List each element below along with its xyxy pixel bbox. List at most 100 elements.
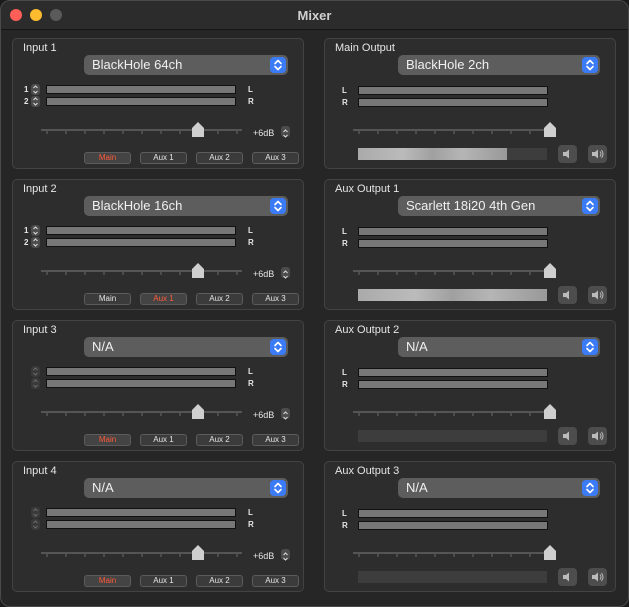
output-panel: Main Output BlackHole 2ch L R xyxy=(324,38,616,169)
speaker-volume-icon[interactable] xyxy=(588,568,607,586)
channel-stepper[interactable] xyxy=(31,96,40,107)
channel-label: R xyxy=(248,379,254,388)
route-button-aux-3[interactable]: Aux 3 xyxy=(252,152,299,164)
volume-bar[interactable] xyxy=(358,289,547,301)
gain-label: +6dB xyxy=(253,128,275,138)
device-select[interactable]: N/A xyxy=(84,478,288,498)
channel-stepper[interactable] xyxy=(31,519,40,530)
device-select[interactable]: BlackHole 16ch xyxy=(84,196,288,216)
gain-stepper[interactable] xyxy=(281,126,290,138)
speaker-volume-icon[interactable] xyxy=(588,145,607,163)
channel-stepper[interactable] xyxy=(31,366,40,377)
speaker-volume-icon[interactable] xyxy=(588,286,607,304)
speaker-volume-icon[interactable] xyxy=(588,427,607,445)
volume-bar[interactable] xyxy=(358,148,547,160)
channel-stepper[interactable] xyxy=(31,378,40,389)
fader-thumb-icon[interactable] xyxy=(191,545,205,560)
speaker-mute-icon[interactable] xyxy=(558,145,577,163)
output-panel: Aux Output 3 N/A L R xyxy=(324,461,616,592)
gain-label: +6dB xyxy=(253,410,275,420)
gain-stepper[interactable] xyxy=(281,549,290,561)
route-button-aux-3[interactable]: Aux 3 xyxy=(252,293,299,305)
gain-stepper[interactable] xyxy=(281,267,290,279)
fader-ticks xyxy=(46,544,238,557)
level-meter xyxy=(46,238,236,247)
fader-ticks xyxy=(358,262,550,275)
level-meter xyxy=(358,239,548,248)
fader-track[interactable] xyxy=(353,129,554,131)
fader-track[interactable] xyxy=(41,552,242,554)
route-button-aux-2[interactable]: Aux 2 xyxy=(196,152,243,164)
volume-fill xyxy=(358,289,547,301)
level-meter xyxy=(358,86,548,95)
fader-track[interactable] xyxy=(41,411,242,413)
device-select[interactable]: BlackHole 2ch xyxy=(398,55,600,75)
device-select-value: BlackHole 16ch xyxy=(92,198,183,213)
level-meter xyxy=(46,367,236,376)
input-panel: Input 3 N/A L R +6dB Main Aux 1 Aux 2 Aux 3 xyxy=(12,320,304,451)
window-title: Mixer xyxy=(297,8,332,23)
level-meter xyxy=(358,521,548,530)
route-button-aux-2[interactable]: Aux 2 xyxy=(196,293,243,305)
volume-bar[interactable] xyxy=(358,571,547,583)
channel-stepper[interactable] xyxy=(31,237,40,248)
level-meter xyxy=(46,379,236,388)
device-select[interactable]: Scarlett 18i20 4th Gen xyxy=(398,196,600,216)
fader-ticks xyxy=(46,121,238,134)
fader-track[interactable] xyxy=(41,270,242,272)
fader-track[interactable] xyxy=(353,411,554,413)
gain-stepper[interactable] xyxy=(281,408,290,420)
route-button-main[interactable]: Main xyxy=(84,152,131,164)
volume-bar[interactable] xyxy=(358,430,547,442)
route-button-aux-2[interactable]: Aux 2 xyxy=(196,434,243,446)
level-meter xyxy=(46,97,236,106)
channel-stepper[interactable] xyxy=(31,507,40,518)
fader-thumb-icon[interactable] xyxy=(543,122,557,137)
speaker-mute-icon[interactable] xyxy=(558,286,577,304)
level-meter xyxy=(358,509,548,518)
fader-thumb-icon[interactable] xyxy=(543,545,557,560)
fader-track[interactable] xyxy=(41,129,242,131)
route-button-aux-1[interactable]: Aux 1 xyxy=(140,293,187,305)
fader-thumb-icon[interactable] xyxy=(191,404,205,419)
channel-label: R xyxy=(248,520,254,529)
route-button-main[interactable]: Main xyxy=(84,575,131,587)
route-button-aux-3[interactable]: Aux 3 xyxy=(252,434,299,446)
fader-track[interactable] xyxy=(353,552,554,554)
route-button-aux-1[interactable]: Aux 1 xyxy=(140,575,187,587)
channel-label: L xyxy=(342,86,347,95)
device-select[interactable]: BlackHole 64ch xyxy=(84,55,288,75)
channel-label: R xyxy=(342,98,348,107)
fader-thumb-icon[interactable] xyxy=(543,404,557,419)
channel-label: L xyxy=(248,85,253,94)
channel-stepper[interactable] xyxy=(31,225,40,236)
level-meter xyxy=(358,380,548,389)
fader-thumb-icon[interactable] xyxy=(543,263,557,278)
channel-stepper[interactable] xyxy=(31,84,40,95)
channel-label: L xyxy=(342,509,347,518)
route-button-aux-1[interactable]: Aux 1 xyxy=(140,434,187,446)
speaker-mute-icon[interactable] xyxy=(558,427,577,445)
fader-ticks xyxy=(46,262,238,275)
channel-number: 1 xyxy=(24,85,29,94)
level-meter xyxy=(46,508,236,517)
route-button-aux-3[interactable]: Aux 3 xyxy=(252,575,299,587)
route-button-aux-2[interactable]: Aux 2 xyxy=(196,575,243,587)
speaker-mute-icon[interactable] xyxy=(558,568,577,586)
fader-thumb-icon[interactable] xyxy=(191,263,205,278)
channel-label: L xyxy=(248,367,253,376)
route-button-main[interactable]: Main xyxy=(84,293,131,305)
device-select-value: N/A xyxy=(406,480,428,495)
fader-track[interactable] xyxy=(353,270,554,272)
fader-thumb-icon[interactable] xyxy=(191,122,205,137)
level-meter xyxy=(358,368,548,377)
route-button-main[interactable]: Main xyxy=(84,434,131,446)
mixer-window: Mixer Input 1 BlackHole 64ch L 1 R 2 +6dB Main A… xyxy=(0,0,629,607)
device-select[interactable]: N/A xyxy=(398,478,600,498)
device-select-value: Scarlett 18i20 4th Gen xyxy=(406,198,536,213)
device-select[interactable]: N/A xyxy=(84,337,288,357)
device-select[interactable]: N/A xyxy=(398,337,600,357)
chevron-up-down-icon xyxy=(270,339,286,355)
chevron-up-down-icon xyxy=(270,198,286,214)
route-button-aux-1[interactable]: Aux 1 xyxy=(140,152,187,164)
